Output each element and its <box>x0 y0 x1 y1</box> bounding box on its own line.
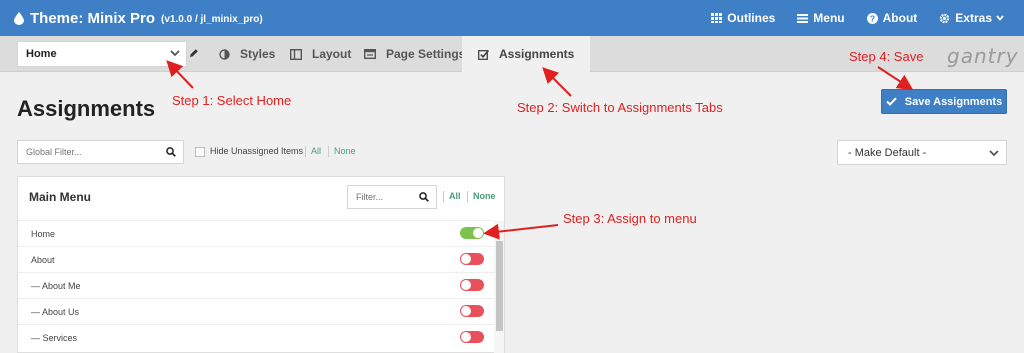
make-default-value: - Make Default - <box>848 146 927 159</box>
annotation-step1: Step 1: Select Home <box>172 93 292 108</box>
theme-title: Theme: Minix Pro <box>30 9 156 27</box>
outline-select[interactable]: Home <box>17 41 187 67</box>
tab-styles-label: Styles <box>240 47 276 61</box>
nav-about[interactable]: ? About <box>866 11 918 25</box>
tab-page-settings[interactable]: Page Settings <box>364 36 465 72</box>
toggle-knob <box>461 306 471 316</box>
tab-layout[interactable]: Layout <box>290 36 351 72</box>
menu-item-label: — Services <box>31 333 78 343</box>
outline-select-value: Home <box>26 48 57 60</box>
menu-icon <box>797 13 809 23</box>
page-settings-icon <box>364 49 376 59</box>
assignment-toggle[interactable] <box>460 227 484 239</box>
menu-item-row: — About Us <box>18 298 494 324</box>
chevron-down-icon <box>170 50 180 57</box>
nav-extras-label: Extras <box>955 11 992 25</box>
search-icon[interactable] <box>419 192 429 202</box>
hide-unassigned-checkbox[interactable] <box>195 147 205 157</box>
scrollbar-thumb[interactable] <box>496 241 503 331</box>
page-title: Assignments <box>17 96 156 121</box>
filter-none-link[interactable]: None <box>334 146 356 156</box>
nav-about-label: About <box>882 11 918 25</box>
annotation-step2: Step 2: Switch to Assignments Tabs <box>517 100 723 115</box>
menu-item-row: — Services <box>18 324 494 350</box>
annotation-step4: Step 4: Save <box>849 49 924 64</box>
theme-brand: Theme: Minix Pro (v1.0.0 / jl_minix_pro) <box>14 10 263 27</box>
pencil-icon[interactable] <box>189 48 199 58</box>
check-icon <box>886 97 897 106</box>
question-icon: ? <box>866 12 878 24</box>
toggle-knob <box>461 254 471 264</box>
menu-item-row: — About Me <box>18 272 494 298</box>
menu-item-label: — About Us <box>31 307 80 317</box>
card-filter-input[interactable] <box>348 186 418 208</box>
annotation-step3: Step 3: Assign to menu <box>563 211 697 226</box>
menu-item-row: About <box>18 246 494 272</box>
gantry-logo: gantry <box>947 44 1019 68</box>
card-none-link[interactable]: None <box>473 191 496 201</box>
menu-item-label: Home <box>31 229 56 239</box>
nav-menu-label: Menu <box>813 11 845 25</box>
hide-unassigned-label: Hide Unassigned Items <box>210 146 304 156</box>
layout-icon <box>290 48 302 60</box>
chevron-down-icon <box>989 150 999 157</box>
menu-item-label: — About Me <box>31 281 81 291</box>
card-all-link[interactable]: All <box>449 191 461 201</box>
chevron-down-icon <box>996 15 1004 21</box>
gear-icon <box>939 13 950 23</box>
toggle-knob <box>461 280 471 290</box>
divider <box>467 191 468 202</box>
tab-assignments[interactable]: Assignments <box>462 36 591 72</box>
nav-menu[interactable]: Menu <box>797 11 845 25</box>
contrast-icon <box>219 48 230 60</box>
nav-extras[interactable]: Extras <box>939 11 1004 25</box>
nav-outlines[interactable]: Outlines <box>711 11 775 25</box>
card-title: Main Menu <box>29 190 91 204</box>
save-assignments-button[interactable]: Save Assignments <box>881 89 1007 114</box>
divider <box>443 191 444 202</box>
toggle-knob <box>461 332 471 342</box>
card-filter <box>347 185 437 209</box>
tab-assignments-label: Assignments <box>499 47 575 61</box>
tab-page-settings-label: Page Settings <box>386 47 466 61</box>
divider <box>305 146 306 157</box>
global-filter <box>17 140 184 164</box>
grid-icon <box>711 13 723 23</box>
svg-text:?: ? <box>870 13 875 23</box>
assignment-toggle[interactable] <box>460 305 484 317</box>
drop-icon <box>14 11 24 25</box>
global-filter-input[interactable] <box>18 147 158 157</box>
divider <box>328 146 329 157</box>
top-bar: Theme: Minix Pro (v1.0.0 / jl_minix_pro)… <box>0 0 1024 36</box>
assignment-toggle[interactable] <box>460 253 484 265</box>
toggle-knob <box>473 228 483 238</box>
assignment-toggle[interactable] <box>460 331 484 343</box>
make-default-select[interactable]: - Make Default - <box>837 140 1007 165</box>
save-assignments-label: Save Assignments <box>904 95 1003 108</box>
menu-item-label: About <box>31 255 55 265</box>
checkbox-icon <box>478 49 489 60</box>
main-menu-card: Main Menu All None Home About — About Me — … <box>17 176 505 353</box>
theme-version: (v1.0.0 / jl_minix_pro) <box>161 13 263 25</box>
tab-layout-label: Layout <box>312 47 352 61</box>
search-icon[interactable] <box>166 147 176 157</box>
assignment-toggle[interactable] <box>460 279 484 291</box>
menu-item-row: Home <box>18 220 494 246</box>
top-nav: Outlines Menu ? About Extras <box>689 0 1004 36</box>
arrow-step2 <box>542 67 572 97</box>
nav-outlines-label: Outlines <box>727 11 776 25</box>
tab-styles[interactable]: Styles <box>219 36 275 72</box>
filter-all-link[interactable]: All <box>311 146 321 156</box>
